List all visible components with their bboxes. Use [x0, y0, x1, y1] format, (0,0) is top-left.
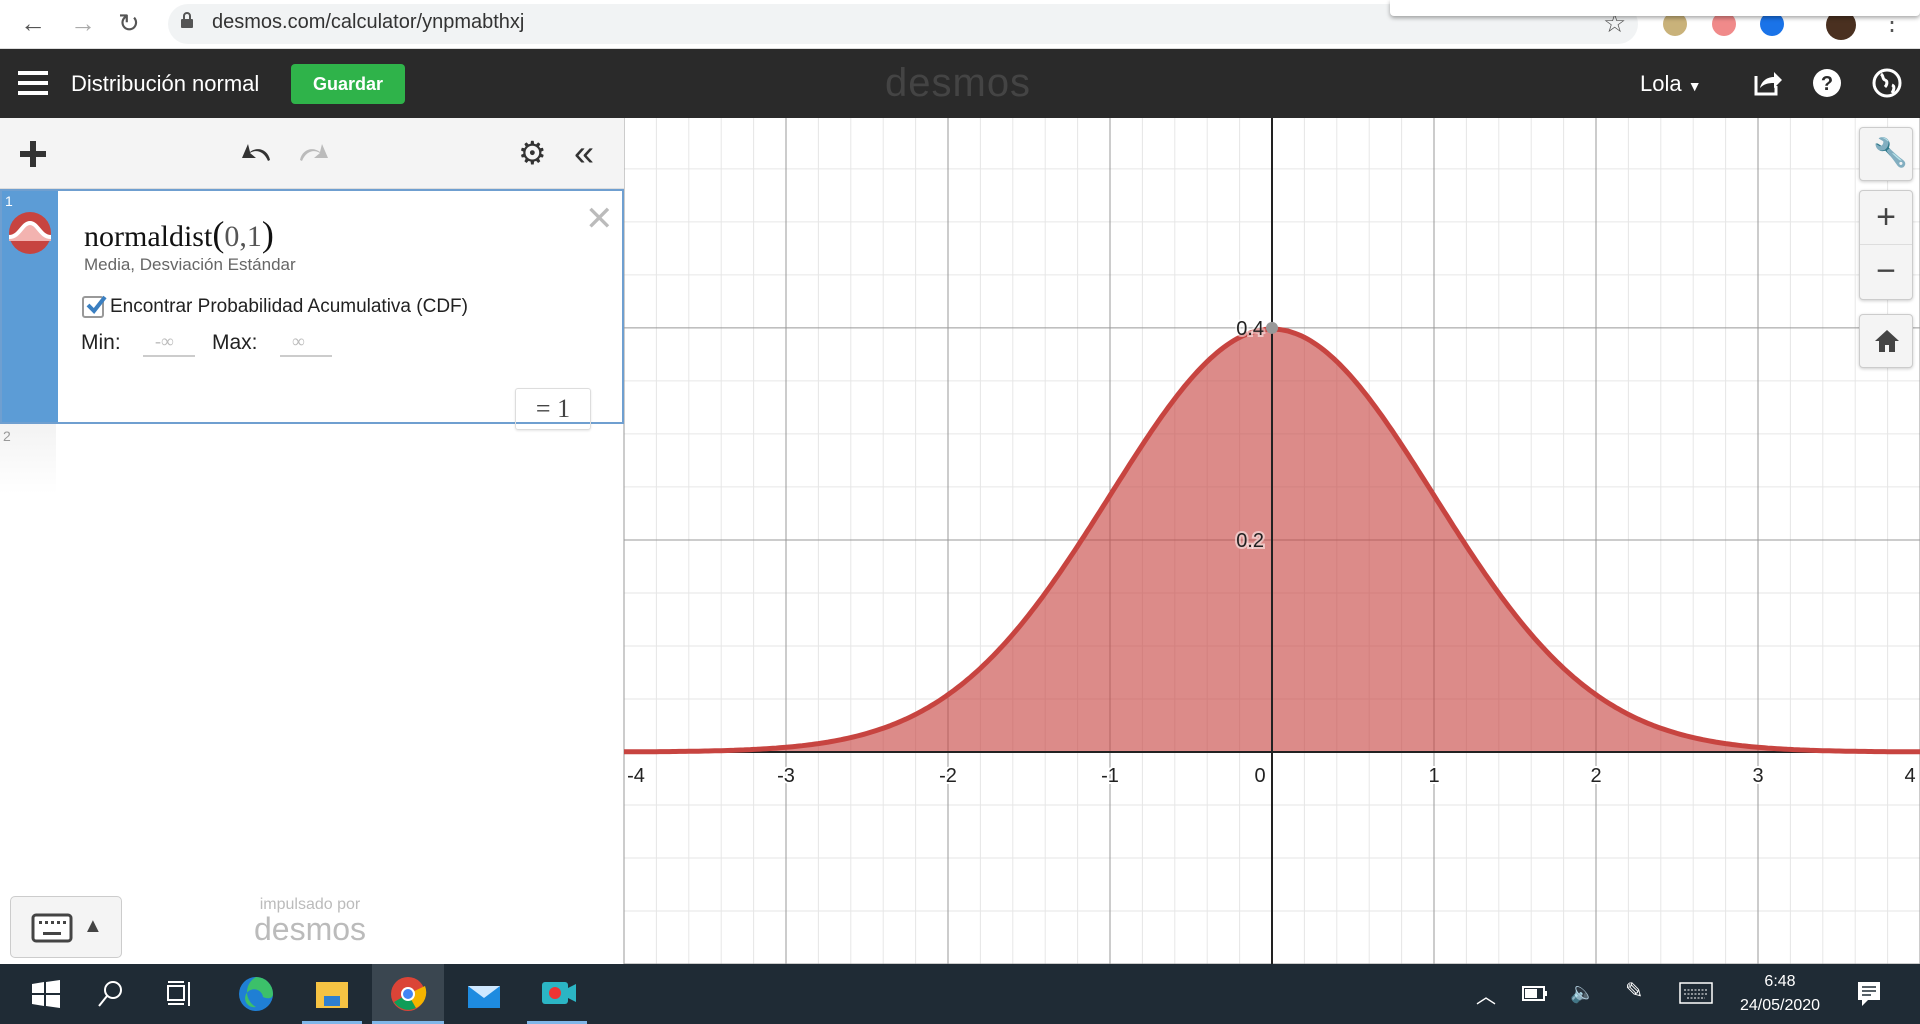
keyboard-icon	[31, 913, 73, 943]
windows-taskbar: ︿ 🔈 ✎ 6:48 24/05/2020	[0, 964, 1920, 1024]
expression-panel: ⚙ « 1 normaldist(0,1) Media, Desviación …	[0, 118, 624, 964]
show-hidden-icons-icon[interactable]: ︿	[1476, 980, 1496, 1009]
lock-icon	[181, 12, 193, 28]
expression-index: 2	[3, 428, 11, 444]
zoom-out-button[interactable]: −	[1860, 246, 1912, 300]
globe-icon[interactable]	[1870, 66, 1904, 100]
redo-icon[interactable]	[296, 140, 330, 164]
x-tick-label: 3	[1752, 765, 1763, 787]
expression-item-empty[interactable]: 2	[0, 424, 624, 494]
app-header: Distribución normal Guardar desmos Lola …	[0, 49, 1920, 118]
desmos-logo: desmos	[885, 61, 1032, 105]
expression-item[interactable]: 1 normaldist(0,1) Media, Desviación Está…	[0, 189, 624, 430]
x-tick-label: 1	[1428, 765, 1439, 787]
url-text[interactable]: desmos.com/calculator/ynpmabthxj	[212, 11, 524, 34]
graph-title[interactable]: Distribución normal	[71, 71, 259, 97]
pen-workspace-icon[interactable]: ✎	[1625, 978, 1643, 1004]
settings-gear-icon[interactable]: ⚙	[518, 134, 547, 172]
collapse-panel-icon[interactable]: «	[574, 132, 594, 174]
svg-text:?: ?	[1821, 73, 1833, 95]
volume-icon[interactable]: 🔈	[1570, 980, 1595, 1005]
clock-time: 6:48	[1764, 973, 1796, 990]
expression-index-strip: 1	[2, 191, 58, 422]
chrome-icon[interactable]	[386, 972, 430, 1016]
zoom-controls: + −	[1859, 190, 1913, 300]
function-args[interactable]: 0,1	[224, 220, 262, 253]
y-tick-label: 0.4	[1236, 318, 1264, 340]
min-label: Min:	[81, 331, 121, 354]
min-input[interactable]: -∞	[143, 331, 195, 357]
default-viewport-button[interactable]	[1859, 314, 1913, 368]
share-icon[interactable]	[1750, 66, 1784, 100]
file-explorer-icon[interactable]	[310, 972, 354, 1016]
argument-hint: Media, Desviación Estándar	[84, 255, 296, 274]
keypad-toggle-button[interactable]: ▲	[10, 896, 122, 958]
forward-icon[interactable]: →	[70, 8, 96, 39]
add-item-icon[interactable]	[20, 141, 46, 167]
hamburger-menu-icon[interactable]	[18, 70, 48, 96]
back-icon[interactable]: ←	[20, 8, 46, 39]
x-tick-label: 0	[1254, 765, 1265, 787]
touch-keyboard-icon[interactable]	[1679, 982, 1713, 1004]
undo-icon[interactable]	[240, 140, 274, 164]
system-clock[interactable]: 6:48 24/05/2020	[1735, 970, 1825, 1018]
max-point[interactable]	[1266, 321, 1278, 334]
delete-expression-icon[interactable]: ✕	[585, 199, 614, 239]
search-icon[interactable]	[88, 972, 132, 1016]
reload-icon[interactable]: ↻	[118, 8, 140, 39]
x-tick-label: -3	[777, 765, 795, 787]
max-input[interactable]: ∞	[280, 331, 332, 357]
x-tick-label: -1	[1101, 765, 1119, 787]
cdf-label: Encontrar Probabilidad Acumulativa (CDF)	[110, 296, 468, 317]
save-button[interactable]: Guardar	[291, 64, 405, 104]
home-icon	[1875, 330, 1899, 352]
distribution-color-icon[interactable]	[8, 211, 52, 255]
wrench-icon: 🔧	[1873, 137, 1908, 168]
x-tick-label: -2	[939, 765, 957, 787]
browser-toolbar: ← → ↻ desmos.com/calculator/ynpmabthxj ☆…	[0, 0, 1920, 49]
help-icon[interactable]: ?	[1810, 66, 1844, 100]
x-tick-label: -4	[627, 765, 645, 787]
expression-formula[interactable]: normaldist(0,1)	[84, 213, 274, 255]
expression-toolbar: ⚙ «	[0, 118, 624, 189]
function-name: normaldist	[84, 220, 213, 253]
powered-by-desmos[interactable]: impulsado por desmos	[230, 896, 390, 947]
graph-paper[interactable]: -4 -3 -2 -1 0 1 2 3 4 0.2 0.4	[624, 118, 1920, 964]
cdf-checkbox[interactable]	[82, 295, 107, 318]
task-view-icon[interactable]	[158, 972, 202, 1016]
x-tick-label: 2	[1590, 765, 1601, 787]
expression-index: 1	[5, 193, 13, 209]
checkmark-icon	[86, 295, 107, 315]
user-menu[interactable]: Lola ▼	[1640, 71, 1702, 97]
powered-by-logo: desmos	[253, 911, 367, 947]
popup-panel	[1390, 0, 1920, 16]
screen-recorder-icon[interactable]	[536, 972, 580, 1016]
notifications-icon[interactable]	[1856, 980, 1882, 1008]
max-label: Max:	[212, 331, 258, 354]
windows-start-icon[interactable]	[24, 972, 68, 1016]
y-tick-label: 0.2	[1236, 530, 1264, 552]
zoom-in-button[interactable]: +	[1860, 191, 1912, 245]
expression-index-strip: 2	[0, 424, 56, 494]
caret-down-icon: ▼	[1687, 78, 1702, 94]
edge-browser-icon[interactable]	[234, 972, 278, 1016]
battery-icon[interactable]	[1522, 986, 1548, 1002]
clock-date: 24/05/2020	[1739, 997, 1821, 1014]
caret-up-icon: ▲	[83, 915, 103, 937]
x-tick-label: 4	[1904, 765, 1915, 787]
graph-settings-button[interactable]: 🔧	[1859, 127, 1913, 181]
mail-icon[interactable]	[462, 972, 506, 1016]
user-name: Lola	[1640, 71, 1682, 96]
cdf-toggle[interactable]: Encontrar Probabilidad Acumulativa (CDF)	[82, 295, 468, 318]
